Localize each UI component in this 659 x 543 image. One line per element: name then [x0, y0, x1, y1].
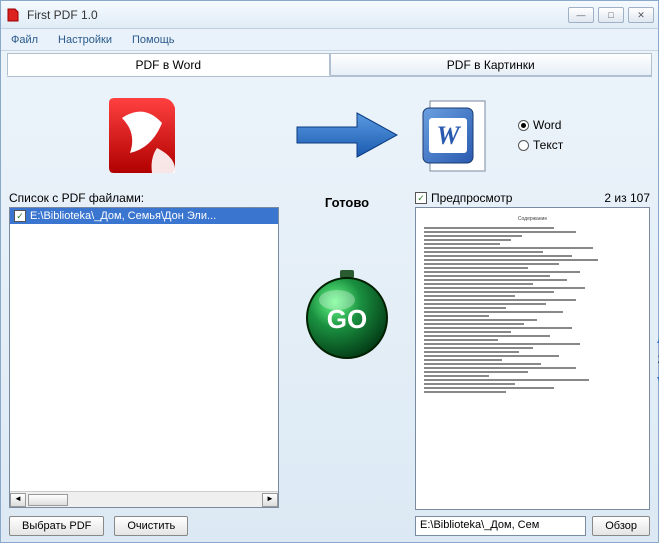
preview-page: Содержание	[424, 216, 641, 501]
left-button-row: Выбрать PDF Очистить	[9, 516, 279, 536]
radio-word-label: Word	[533, 118, 561, 132]
file-checkbox[interactable]: ✓	[14, 210, 26, 222]
tab-pdf-to-images[interactable]: PDF в Картинки	[330, 53, 653, 76]
browse-button[interactable]: Обзор	[592, 516, 650, 536]
svg-text:GO: GO	[327, 304, 367, 334]
window-controls: — □ ✕	[568, 7, 654, 23]
select-pdf-button[interactable]: Выбрать PDF	[9, 516, 104, 536]
preview-checkbox-group[interactable]: ✓ Предпросмотр	[415, 191, 512, 205]
tab-bar: PDF в Word PDF в Картинки	[7, 53, 652, 77]
arrow-icon	[292, 105, 402, 165]
clear-button[interactable]: Очистить	[114, 516, 188, 536]
page-navigation: ▲ 2 ▼	[654, 330, 659, 388]
go-button[interactable]: GO	[302, 270, 392, 360]
scroll-right-button[interactable]: ►	[262, 493, 278, 507]
preview-box: Содержание	[415, 207, 650, 510]
pdf-icon	[102, 93, 187, 178]
list-item[interactable]: ✓ E:\Biblioteka\_Дом, Семья\Дон Эли...	[10, 208, 278, 224]
tab-pdf-to-word[interactable]: PDF в Word	[7, 53, 330, 76]
radio-word[interactable]: Word	[518, 118, 563, 132]
file-path-text: E:\Biblioteka\_Дом, Семья\Дон Эли...	[30, 210, 216, 222]
preview-wrapper: Содержание	[415, 207, 650, 510]
menu-settings[interactable]: Настройки	[54, 32, 116, 48]
svg-text:W: W	[436, 121, 461, 150]
output-path-field[interactable]: E:\Biblioteka\_Дом, Сем	[415, 516, 586, 536]
scroll-thumb[interactable]	[28, 494, 68, 506]
file-listbox[interactable]: ✓ E:\Biblioteka\_Дом, Семья\Дон Эли... ◄…	[9, 207, 279, 508]
horizontal-scrollbar[interactable]: ◄ ►	[10, 491, 278, 507]
maximize-button[interactable]: □	[598, 7, 624, 23]
menubar: Файл Настройки Помощь	[1, 29, 658, 51]
radio-text-label: Текст	[533, 138, 563, 152]
radio-icon	[518, 120, 529, 131]
file-list-label: Список c PDF файлами:	[9, 191, 279, 205]
word-icon: W	[415, 93, 500, 178]
radio-icon	[518, 140, 529, 151]
arrow-area	[292, 85, 402, 185]
right-column: W Word Текст ✓ Предпросм	[415, 85, 650, 536]
menu-file[interactable]: Файл	[7, 32, 42, 48]
titlebar: First PDF 1.0 — □ ✕	[1, 1, 658, 29]
page-counter: 2 из 107	[604, 191, 650, 205]
window-title: First PDF 1.0	[27, 8, 568, 22]
middle-column: Готово GO	[287, 85, 407, 536]
minimize-button[interactable]: —	[568, 7, 594, 23]
pdf-icon-area	[9, 85, 279, 185]
page-down-icon[interactable]: ▼	[654, 372, 659, 388]
status-text: Готово	[325, 195, 369, 210]
left-column: Список c PDF файлами: ✓ E:\Biblioteka\_Д…	[9, 85, 279, 536]
radio-text[interactable]: Текст	[518, 138, 563, 152]
format-radio-group: Word Текст	[518, 118, 563, 152]
page-up-icon[interactable]: ▲	[654, 330, 659, 346]
content-area: Список c PDF файлами: ✓ E:\Biblioteka\_Д…	[1, 77, 658, 542]
word-icon-area: W Word Текст	[415, 85, 650, 185]
app-window: First PDF 1.0 — □ ✕ Файл Настройки Помощ…	[0, 0, 659, 543]
preview-checkbox[interactable]: ✓	[415, 192, 427, 204]
output-row: E:\Biblioteka\_Дом, Сем Обзор	[415, 516, 650, 536]
close-button[interactable]: ✕	[628, 7, 654, 23]
app-icon	[5, 7, 21, 23]
preview-label: Предпросмотр	[431, 191, 512, 205]
preview-header: ✓ Предпросмотр 2 из 107	[415, 191, 650, 205]
menu-help[interactable]: Помощь	[128, 32, 179, 48]
scroll-left-button[interactable]: ◄	[10, 493, 26, 507]
